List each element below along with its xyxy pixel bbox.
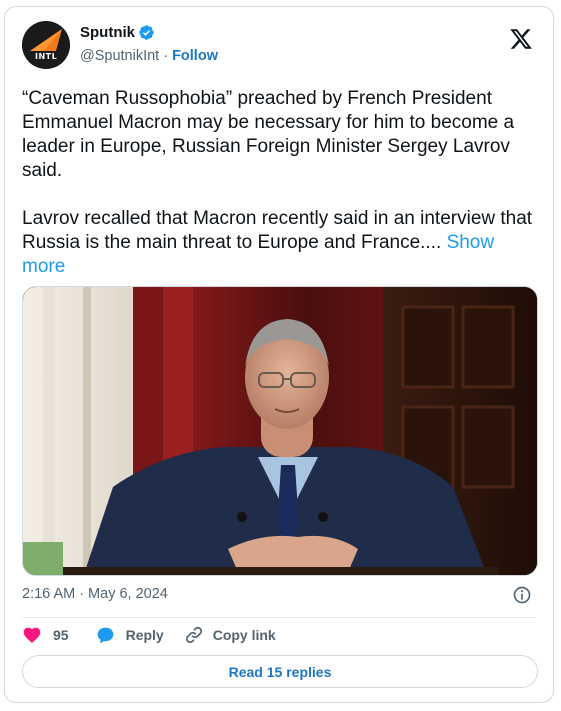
like-button[interactable]: 95 xyxy=(22,625,69,645)
timestamp-separator: · xyxy=(79,586,85,602)
author-name[interactable]: Sputnik xyxy=(80,24,135,41)
reply-button[interactable]: Reply xyxy=(95,625,164,646)
tweet-header: INTL Sputnik @SputnikInt · Follow xyxy=(22,21,537,69)
reply-label: Reply xyxy=(125,627,164,643)
avatar-label: INTL xyxy=(35,52,58,61)
tweet-time: 2:16 AM xyxy=(22,586,76,602)
tweet-card: INTL Sputnik @SputnikInt · Follow “Cavem… xyxy=(4,6,554,703)
tweet-photo[interactable] xyxy=(22,286,538,576)
tweet-paragraph-1: “Caveman Russophobia” preached by French… xyxy=(22,88,515,181)
follow-button[interactable]: Follow xyxy=(172,48,218,64)
heart-icon xyxy=(23,627,41,643)
action-bar: 95 Reply Copy link xyxy=(22,625,276,645)
tweet-date: May 6, 2024 xyxy=(88,586,168,602)
tweet-text: “Caveman Russophobia” preached by French… xyxy=(22,87,542,279)
divider xyxy=(22,617,536,618)
link-icon xyxy=(185,626,202,644)
author-handle-row: @SputnikInt · Follow xyxy=(80,48,218,64)
x-logo-icon[interactable] xyxy=(509,27,533,51)
author-handle[interactable]: @SputnikInt xyxy=(80,48,159,64)
author-name-row: Sputnik xyxy=(80,24,155,41)
tweet-paragraph-2: Lavrov recalled that Macron recently sai… xyxy=(22,207,542,279)
like-count: 95 xyxy=(53,627,69,643)
read-replies-button[interactable]: Read 15 replies xyxy=(22,655,538,688)
copy-link-label: Copy link xyxy=(212,627,276,643)
reply-bubble-icon xyxy=(97,627,113,643)
info-icon[interactable] xyxy=(512,585,532,605)
sputnik-logo-icon xyxy=(22,21,70,69)
tweet-timestamp[interactable]: 2:16 AM · May 6, 2024 xyxy=(22,586,168,602)
avatar[interactable]: INTL xyxy=(22,21,70,69)
separator-dot: · xyxy=(163,48,169,64)
photo-lavrov xyxy=(23,287,537,575)
copy-link-button[interactable]: Copy link xyxy=(184,625,276,645)
verified-badge-icon xyxy=(139,25,154,40)
